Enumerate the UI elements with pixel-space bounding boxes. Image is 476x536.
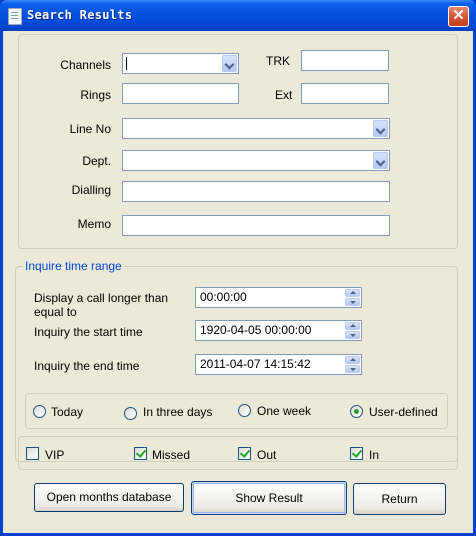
radio-today[interactable] [33,405,46,418]
vip-checkbox[interactable] [26,447,39,460]
trk-field[interactable] [301,50,389,71]
radio-three-days-label[interactable]: In three days [143,405,212,419]
in-checkbox[interactable] [350,447,363,460]
out-label[interactable]: Out [257,448,276,462]
window-title: Search Results [27,8,133,22]
channels-combobox[interactable] [122,53,239,74]
radio-three-days[interactable] [124,407,137,420]
start-time-label: Inquiry the start time [34,325,143,339]
radio-one-week-label[interactable]: One week [257,404,311,418]
chevron-down-icon[interactable] [222,55,237,72]
out-checkbox[interactable] [238,447,251,460]
spin-buttons[interactable] [345,356,360,373]
spin-buttons[interactable] [345,289,360,306]
dialling-label: Dialling [71,183,111,197]
spin-down-icon[interactable] [345,365,360,373]
chevron-down-icon[interactable] [373,152,388,169]
search-results-window: Search Results ✕ Channels TRK Rings Ext … [0,0,476,536]
spin-down-icon[interactable] [345,298,360,306]
spin-down-icon[interactable] [345,331,360,339]
spin-buttons[interactable] [345,322,360,339]
return-button[interactable]: Return [353,483,446,515]
radio-one-week[interactable] [238,404,251,417]
text-caret [126,57,127,70]
dept-label: Dept. [82,154,111,168]
radio-today-label[interactable]: Today [51,405,83,419]
show-result-button[interactable]: Show Result [191,481,347,515]
chevron-down-icon[interactable] [373,120,388,137]
close-icon: ✕ [452,7,465,24]
vip-label[interactable]: VIP [45,448,64,462]
in-label[interactable]: In [369,448,379,462]
memo-field[interactable] [122,215,390,236]
dept-combobox[interactable] [122,150,390,171]
rings-label: Rings [80,88,111,102]
ext-label: Ext [275,88,293,102]
end-time-picker[interactable]: 2011-04-07 14:15:42 [195,354,362,375]
duration-spinbox[interactable]: 00:00:00 [195,287,362,308]
title-bar[interactable]: Search Results ✕ [0,0,476,31]
rings-field[interactable] [122,83,239,104]
ext-field[interactable] [301,83,389,104]
missed-label[interactable]: Missed [152,448,190,462]
spin-up-icon[interactable] [345,322,360,330]
radio-user-defined[interactable] [350,405,363,418]
dialog-body: Channels TRK Rings Ext Line No Dept. Dia… [3,31,473,533]
radio-user-defined-label[interactable]: User-defined [369,405,438,419]
document-icon [8,8,22,25]
dialling-field[interactable] [122,181,390,202]
end-time-label: Inquiry the end time [34,359,140,373]
memo-label: Memo [77,217,111,231]
line-no-combobox[interactable] [122,118,390,139]
longer-than-label: Display a call longer than equal to [34,291,169,319]
spin-up-icon[interactable] [345,356,360,364]
close-button[interactable]: ✕ [448,6,469,27]
start-time-picker[interactable]: 1920-04-05 00:00:00 [195,320,362,341]
open-months-database-button[interactable]: Open months database [34,483,184,512]
missed-checkbox[interactable] [134,447,147,460]
trk-label: TRK [266,54,290,68]
line-no-label: Line No [69,122,111,136]
spin-up-icon[interactable] [345,289,360,297]
time-range-legend: Inquire time range [23,259,124,273]
channels-label: Channels [60,58,111,72]
